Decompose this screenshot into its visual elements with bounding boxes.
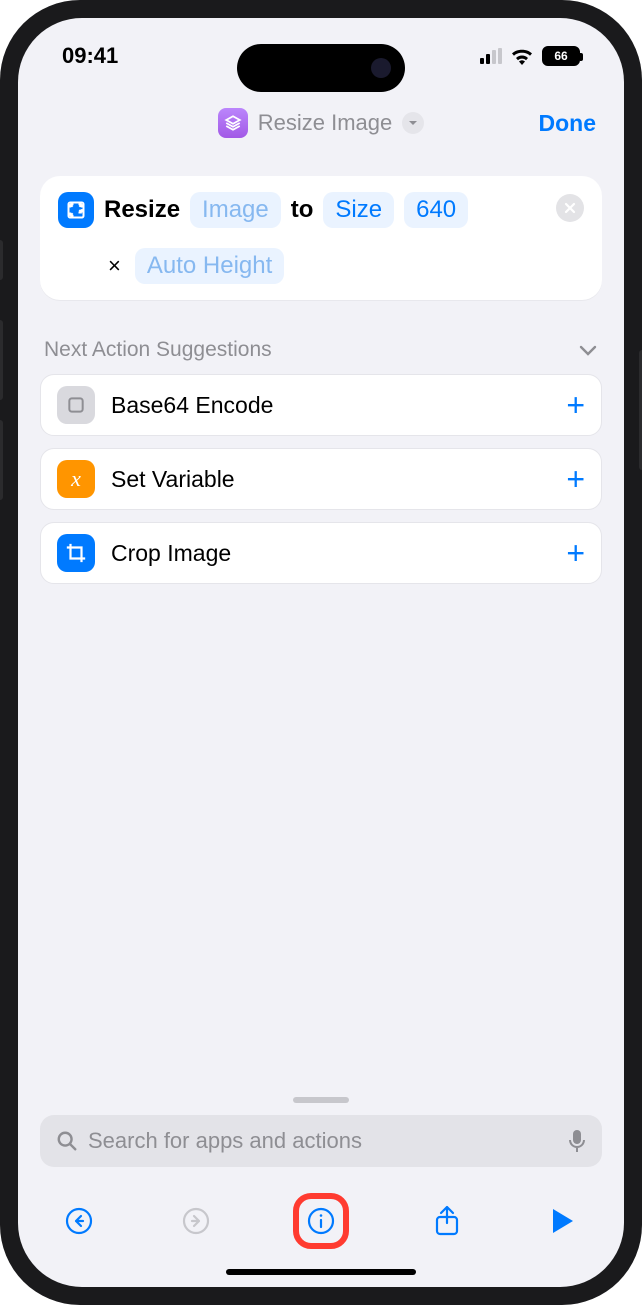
side-button <box>0 240 3 280</box>
done-button[interactable]: Done <box>539 110 597 137</box>
input-token[interactable]: Image <box>190 192 281 228</box>
volume-up <box>0 320 3 400</box>
shortcut-title: Resize Image <box>258 110 393 136</box>
resize-action-card[interactable]: Resize Image to Size 640 × Auto Height <box>40 176 602 300</box>
phone-frame: 09:41 66 Resize Image Done <box>0 0 642 1305</box>
add-icon[interactable]: + <box>566 461 585 498</box>
multiply-symbol: × <box>104 253 125 279</box>
suggestion-label: Crop Image <box>111 540 550 567</box>
undo-button[interactable] <box>60 1202 98 1240</box>
size-token[interactable]: Size <box>323 192 394 228</box>
crop-icon <box>57 534 95 572</box>
search-bar[interactable] <box>40 1115 602 1167</box>
screen: 09:41 66 Resize Image Done <box>18 18 624 1287</box>
suggestion-crop-image[interactable]: Crop Image + <box>40 522 602 584</box>
width-token[interactable]: 640 <box>404 192 468 228</box>
play-button[interactable] <box>544 1202 582 1240</box>
title-menu[interactable]: Resize Image <box>218 108 425 138</box>
chevron-down-icon <box>578 343 598 357</box>
volume-down <box>0 420 3 500</box>
share-button[interactable] <box>428 1202 466 1240</box>
dynamic-island <box>237 44 405 92</box>
search-input[interactable] <box>88 1128 558 1154</box>
suggestion-label: Base64 Encode <box>111 392 550 419</box>
cellular-icon <box>480 48 502 64</box>
shortcut-app-icon <box>218 108 248 138</box>
suggestion-base64[interactable]: Base64 Encode + <box>40 374 602 436</box>
info-button[interactable] <box>302 1202 340 1240</box>
home-indicator[interactable] <box>226 1269 416 1275</box>
mic-icon[interactable] <box>568 1129 586 1153</box>
action-to: to <box>291 196 314 224</box>
suggestions-label: Next Action Suggestions <box>44 338 272 362</box>
wifi-icon <box>510 47 534 65</box>
chevron-down-icon <box>402 112 424 134</box>
square-icon <box>57 386 95 424</box>
resize-icon <box>58 192 94 228</box>
battery-icon: 66 <box>542 46 580 66</box>
variable-icon: x <box>57 460 95 498</box>
info-button-highlight <box>293 1193 349 1249</box>
nav-bar: Resize Image Done <box>18 94 624 152</box>
suggestion-label: Set Variable <box>111 466 550 493</box>
search-icon <box>56 1130 78 1152</box>
suggestion-set-variable[interactable]: x Set Variable + <box>40 448 602 510</box>
redo-button <box>177 1202 215 1240</box>
height-token[interactable]: Auto Height <box>135 248 284 284</box>
action-verb: Resize <box>104 196 180 224</box>
add-icon[interactable]: + <box>566 387 585 424</box>
toolbar <box>18 1185 624 1263</box>
add-icon[interactable]: + <box>566 535 585 572</box>
status-time: 09:41 <box>62 43 118 69</box>
suggestions-header[interactable]: Next Action Suggestions <box>44 338 598 362</box>
clear-action-button[interactable] <box>556 194 584 222</box>
sheet-grabber[interactable] <box>293 1097 349 1103</box>
